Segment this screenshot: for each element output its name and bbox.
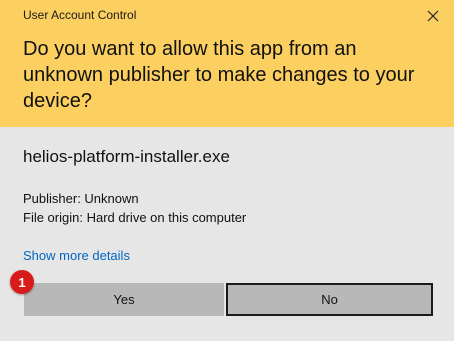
prompt-question: Do you want to allow this app from an un…	[23, 38, 415, 112]
app-name: helios-platform-installer.exe	[23, 147, 230, 166]
window-title: User Account Control	[23, 8, 137, 22]
no-button-label: No	[321, 292, 338, 307]
file-origin-text: File origin: Hard drive on this computer	[23, 210, 247, 225]
no-button[interactable]: No	[226, 283, 433, 316]
app-info: Publisher: Unknown File origin: Hard dri…	[23, 189, 246, 227]
yes-button-label: Yes	[113, 292, 135, 307]
show-more-details-link[interactable]: Show more details	[23, 248, 130, 263]
step-number-badge: 1	[10, 270, 34, 294]
close-button[interactable]	[422, 5, 444, 27]
publisher-text: Publisher: Unknown	[23, 191, 139, 206]
dialog-header: User Account Control Do you want to allo…	[0, 0, 454, 127]
yes-button[interactable]: Yes	[24, 283, 224, 316]
close-icon	[427, 10, 439, 22]
uac-dialog: User Account Control Do you want to allo…	[0, 0, 454, 341]
